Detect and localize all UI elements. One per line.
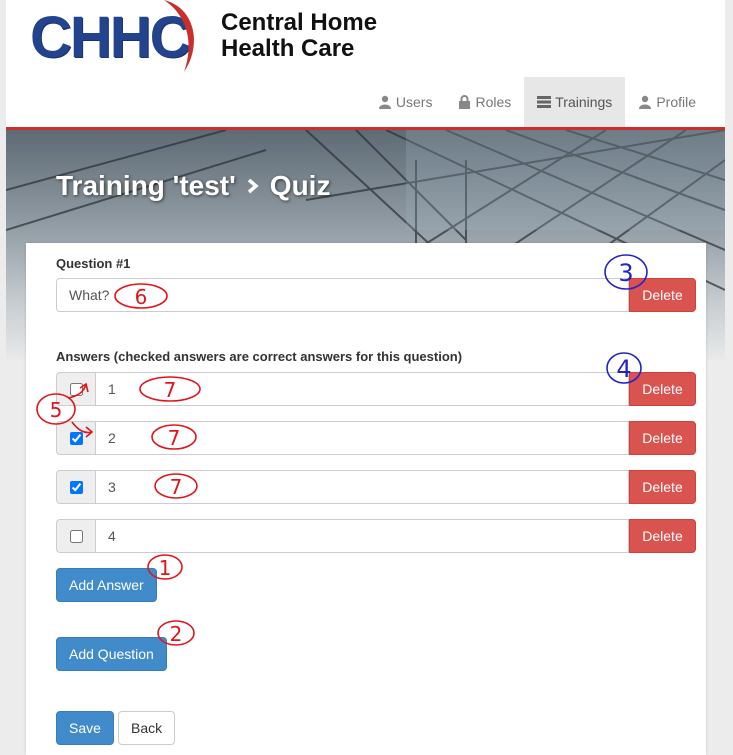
tasks-icon xyxy=(537,96,552,108)
answer-row: Delete xyxy=(56,372,696,406)
nav-item-trainings[interactable]: Trainings xyxy=(524,77,626,127)
delete-answer-button[interactable]: Delete xyxy=(629,519,696,553)
question-label: Question #1 xyxy=(56,256,131,271)
answer-correct-checkbox[interactable] xyxy=(69,480,83,494)
question-row: Delete xyxy=(56,278,696,312)
site-header: CHHC Central Home Health Care Users Role… xyxy=(6,0,725,130)
answer-correct-checkbox[interactable] xyxy=(69,382,83,396)
brand-name: Central Home Health Care xyxy=(221,10,377,62)
answer-correct-addon xyxy=(56,470,95,504)
answer-correct-addon xyxy=(56,519,95,553)
lock-icon xyxy=(459,95,471,109)
nav-item-users[interactable]: Users xyxy=(365,77,446,127)
nav-item-label: Profile xyxy=(656,94,696,110)
answer-row: Delete xyxy=(56,519,696,553)
logo-swoosh-icon xyxy=(164,0,195,72)
page-title-section: Quiz xyxy=(269,170,331,201)
save-button[interactable]: Save xyxy=(56,711,114,745)
answer-row: Delete xyxy=(56,470,696,504)
back-button[interactable]: Back xyxy=(118,711,176,745)
brand-name-line1: Central Home xyxy=(221,9,378,36)
page-title-training[interactable]: Training 'test' xyxy=(56,170,236,202)
user-icon xyxy=(639,95,652,109)
answer-correct-addon xyxy=(56,372,95,406)
brand-name-line2: Health Care xyxy=(221,35,355,62)
user-icon xyxy=(378,95,391,109)
answer-correct-addon xyxy=(56,421,95,455)
delete-answer-button[interactable]: Delete xyxy=(629,421,696,455)
add-answer-button[interactable]: Add Answer xyxy=(56,568,157,602)
delete-answer-button[interactable]: Delete xyxy=(629,470,696,504)
answer-input[interactable] xyxy=(95,372,629,406)
answer-input[interactable] xyxy=(95,519,629,553)
answer-row: Delete xyxy=(56,421,696,455)
quiz-form-panel: Question #1 Delete Answers (checked answ… xyxy=(26,243,706,755)
nav-item-label: Users xyxy=(395,94,433,110)
nav-item-label: Roles xyxy=(475,94,512,110)
answer-input[interactable] xyxy=(95,470,629,504)
answer-input[interactable] xyxy=(95,421,629,455)
delete-question-button[interactable]: Delete xyxy=(629,278,696,312)
add-question-button[interactable]: Add Question xyxy=(56,637,167,671)
main-nav: Users Roles Trainings Profile xyxy=(365,77,709,127)
chevron-right-icon xyxy=(247,178,259,194)
answers-label: Answers (checked answers are correct ans… xyxy=(56,349,463,364)
answer-correct-checkbox[interactable] xyxy=(69,529,83,543)
nav-item-roles[interactable]: Roles xyxy=(445,77,524,127)
page-title: Training 'test' Quiz xyxy=(56,170,330,202)
delete-answer-button[interactable]: Delete xyxy=(629,372,696,406)
nav-item-label: Trainings xyxy=(555,94,613,110)
question-input[interactable] xyxy=(56,278,629,312)
answer-correct-checkbox[interactable] xyxy=(69,431,83,445)
nav-item-profile[interactable]: Profile xyxy=(625,77,709,127)
